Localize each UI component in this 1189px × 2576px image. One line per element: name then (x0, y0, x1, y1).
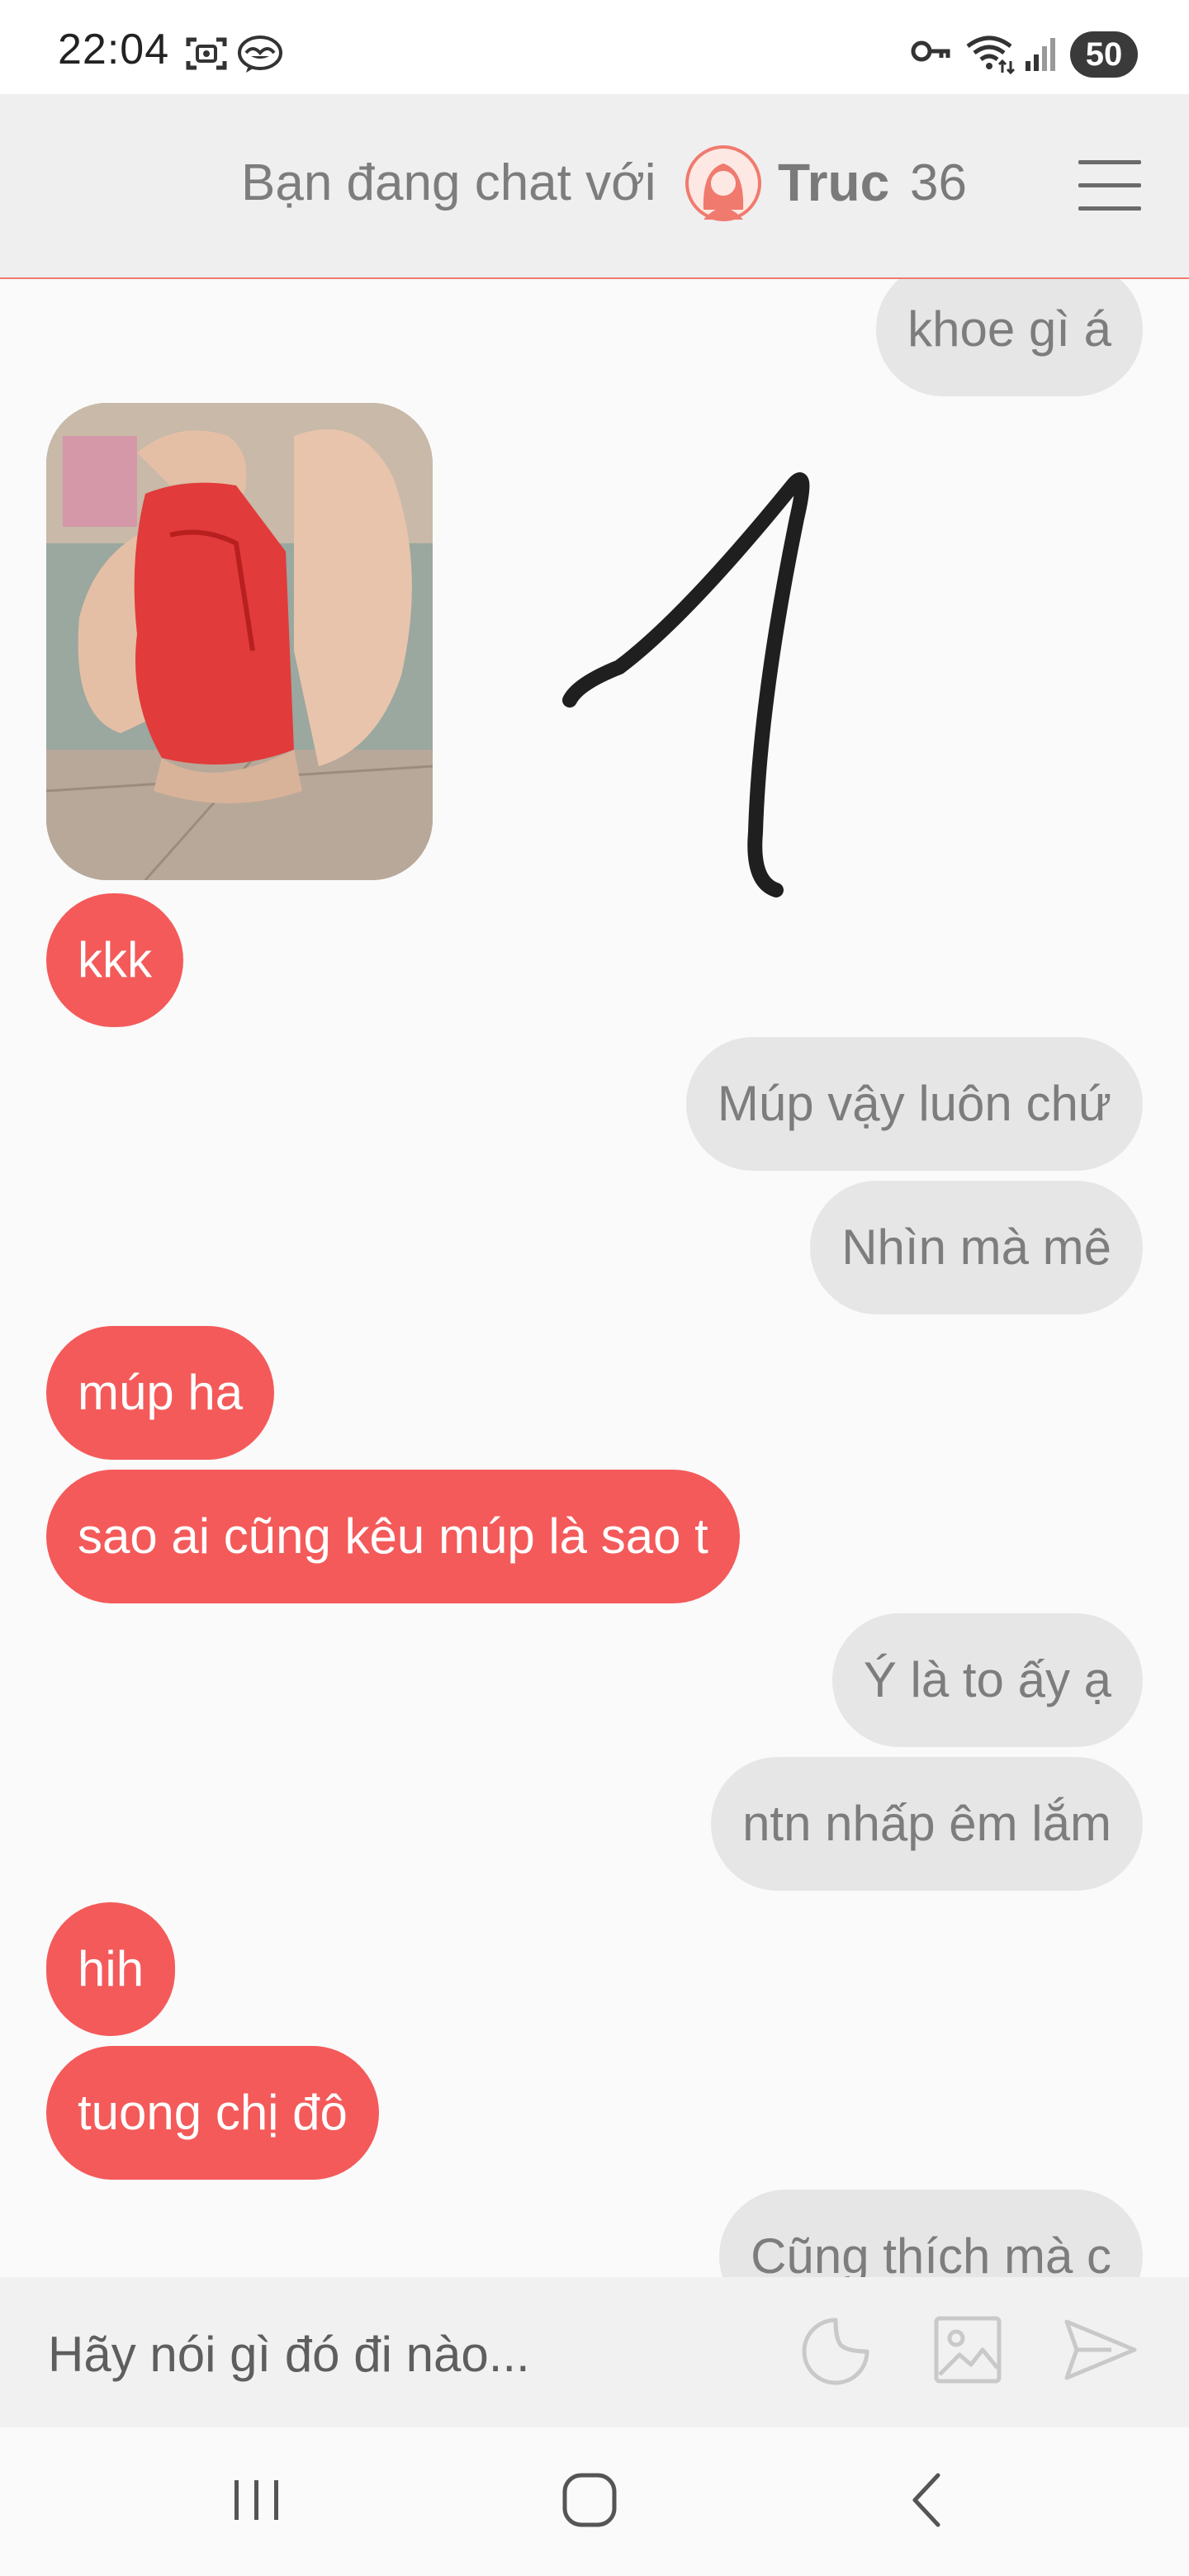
home-icon[interactable] (558, 2469, 621, 2531)
messenger-icon (238, 36, 282, 73)
image-icon[interactable] (931, 2313, 1004, 2386)
message-bubble-outgoing[interactable]: ntn nhấp êm lắm (711, 1757, 1143, 1891)
message-composer (0, 2277, 1189, 2427)
chat-header: Bạn đang chat với Truc 36 (0, 94, 1189, 279)
message-bubble-outgoing[interactable]: Cũng thích mà c (719, 2190, 1143, 2277)
status-bar: 22:04 50 (0, 0, 1189, 94)
handwritten-one-sticker (562, 472, 810, 897)
vpn-key-icon (911, 40, 950, 62)
system-navigation-bar (0, 2427, 1189, 2576)
recent-apps-icon[interactable] (225, 2469, 287, 2531)
message-bubble-incoming[interactable]: múp ha (46, 1326, 275, 1460)
hamburger-menu-icon[interactable] (1078, 160, 1141, 211)
contact-age: 36 (910, 154, 967, 211)
back-icon[interactable] (897, 2469, 959, 2531)
message-bubble-incoming[interactable]: kkk (46, 893, 183, 1027)
header-prefix-text: Bạn đang chat với (241, 154, 656, 211)
message-bubble-outgoing[interactable]: Nhìn mà mê (810, 1181, 1143, 1314)
message-bubble-incoming[interactable]: sao ai cũng kêu múp là sao t (46, 1470, 740, 1603)
message-bubble-outgoing[interactable]: khoe gì á (876, 279, 1143, 396)
message-list[interactable]: khoe gì á kkk Múp vậy luôn chứ Nhìn mà m… (0, 279, 1189, 2277)
avatar[interactable] (684, 144, 763, 223)
signal-icon (1026, 38, 1055, 71)
message-input[interactable] (46, 2318, 760, 2389)
photo-thumbnail (46, 403, 433, 880)
image-message[interactable] (46, 403, 433, 880)
message-bubble-incoming[interactable]: hih (46, 1902, 176, 2036)
wifi-icon (966, 36, 1016, 74)
chat-screen: 22:04 50 Bạn đang chat với Truc 36 khoe … (0, 0, 1189, 2576)
screenshot-icon (186, 37, 227, 70)
send-icon[interactable] (1062, 2313, 1139, 2386)
message-bubble-outgoing[interactable]: Múp vậy luôn chứ (685, 1037, 1143, 1171)
status-time: 22:04 (58, 26, 170, 73)
battery-indicator: 50 (1070, 31, 1138, 78)
contact-name: Truc (778, 153, 890, 212)
sticker-icon[interactable] (798, 2313, 874, 2389)
message-bubble-outgoing[interactable]: Ý là to ấy ạ (831, 1613, 1143, 1747)
message-bubble-incoming[interactable]: tuong chị đô (46, 2046, 379, 2180)
